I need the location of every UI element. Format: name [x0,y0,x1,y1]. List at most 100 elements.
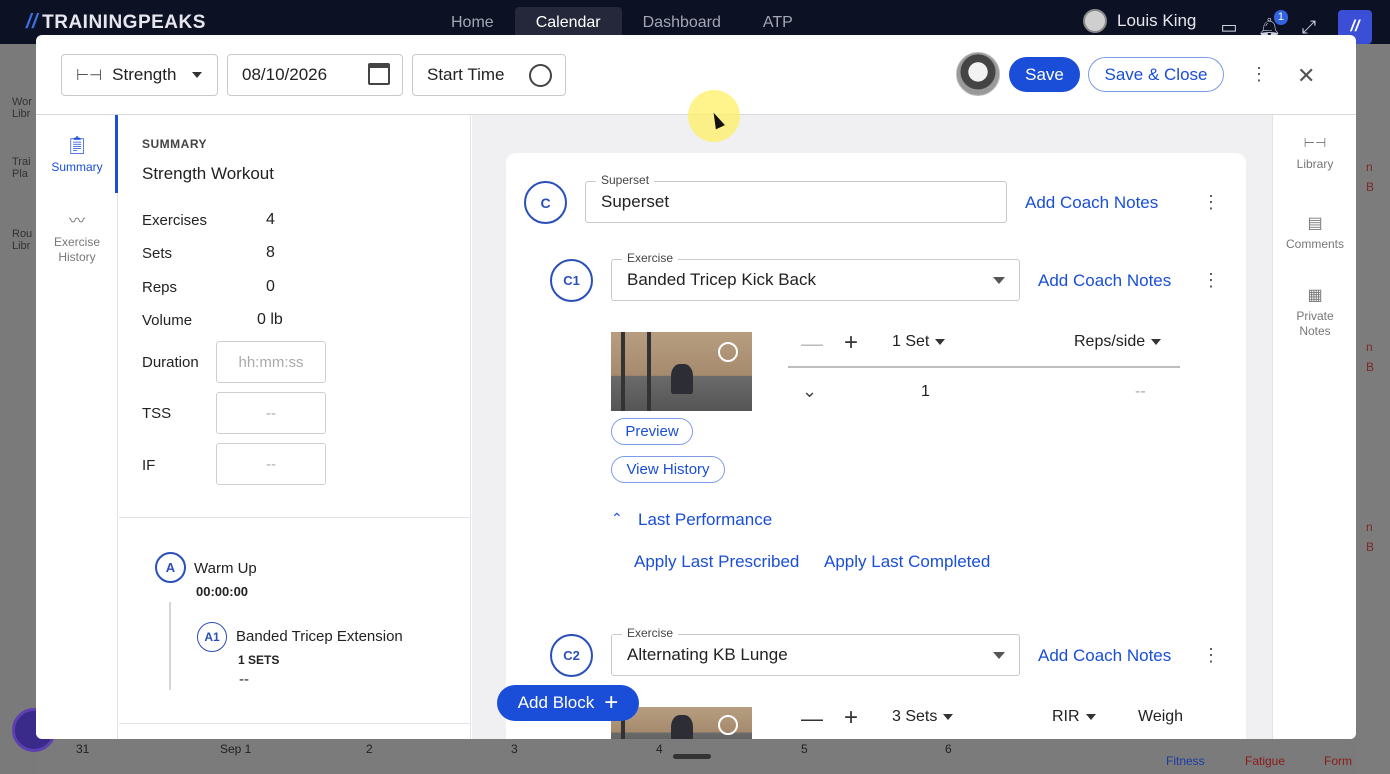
add-block-button[interactable]: Add Block + [497,685,639,721]
thumb-rack [621,332,625,411]
exercise-thumbnail-c1[interactable] [611,332,752,411]
dumbbell-icon: ⊢⊣ [1303,135,1327,150]
notes-icon: ▦ [1307,287,1323,304]
duration-input[interactable]: hh:mm:ss [216,341,326,383]
stat-label-reps: Reps [142,279,178,296]
start-time-field[interactable]: Start Time [412,54,566,96]
summary-exercise-name[interactable]: Banded Tricep Extension [236,628,403,645]
plus-icon: + [604,689,619,716]
zoom-icon[interactable] [718,715,738,735]
superset-more-icon[interactable]: ⋮ [1202,193,1220,211]
nav-summary[interactable]: 📋︎ Summary [36,135,118,174]
calendar-date: 6 [945,742,952,756]
exercise-field-label: Exercise [622,251,679,265]
metric-label-weight: Weigh [1138,708,1184,725]
expand-row-chevron-icon[interactable]: ⌄ [802,381,817,402]
exercise-select-c1[interactable]: Exercise Banded Tricep Kick Back [611,251,1020,301]
nav-library-label: Library [1296,157,1334,171]
c1-add-coach-notes[interactable]: Add Coach Notes [1038,271,1171,291]
summary-exercise-sets: 1 SETS [238,653,280,667]
exercise-field-label: Exercise [622,626,679,640]
bg-right-label: B [1366,360,1375,374]
view-history-button[interactable]: View History [611,456,725,483]
superset-field-label: Superset [596,173,655,187]
clock-icon[interactable] [529,64,552,87]
background-left-panel: Wor Libr Trai Pla Rou Libr [0,44,36,774]
trainingpeaks-logo[interactable]: // TRAININGPEAKS [26,11,206,34]
trend-icon: 〰 [68,213,85,230]
block-time: 00:00:00 [196,584,249,599]
metric-label-rir: RIR [1052,708,1080,725]
preview-button[interactable]: Preview [611,418,693,445]
c2-more-icon[interactable]: ⋮ [1202,646,1220,664]
right-panel-nav: ⊢⊣ Library ▤ Comments ▦ Private Notes [1272,115,1356,739]
metric-fitness: Fitness [1166,754,1205,768]
if-input[interactable]: -- [216,443,326,485]
apply-last-prescribed-link[interactable]: Apply Last Prescribed [634,552,799,572]
date-field[interactable]: 08/10/2026 [227,54,403,96]
thumb-athlete [671,364,693,394]
save-button[interactable]: Save [1009,57,1080,92]
metric-dropdown-weight[interactable]: Weigh [1138,708,1183,726]
user-menu[interactable]: Louis King [1083,9,1196,33]
thumb-rack [647,332,651,411]
add-set-button[interactable]: + [844,329,858,357]
expand-collapse-icon[interactable]: ⌃ [611,510,623,527]
user-avatar [1083,9,1107,33]
superset-value: Superset [601,192,670,211]
left-panel-nav: 📋︎ Summary 〰 Exercise History [36,115,118,739]
set-row-index: 1 [921,383,930,400]
duration-label: Duration [142,354,199,371]
remove-set-button[interactable]: — [801,331,823,357]
last-performance-toggle[interactable]: Last Performance [638,510,772,530]
superset-name-field[interactable]: Superset Superset [585,173,1007,223]
nav-exercise-history[interactable]: 〰 Exercise History [36,207,118,265]
stat-value-volume: 0 lb [257,311,283,328]
metric-dropdown-c1[interactable]: Reps/side [1074,333,1162,351]
workout-type-select[interactable]: ⊢⊣ Strength [61,54,218,96]
workout-type-value: Strength [112,65,177,84]
thumb-athlete [671,715,693,739]
superset-add-coach-notes[interactable]: Add Coach Notes [1025,193,1158,213]
save-and-close-button[interactable]: Save & Close [1088,57,1224,92]
metric-dropdown-rir[interactable]: RIR [1052,708,1096,726]
sets-label-c1: 1 Set [892,333,930,350]
stat-value-exercises: 4 [266,211,275,228]
summary-exercise-detail: -- [239,671,249,688]
add-block-label: Add Block [517,693,595,712]
exercise-badge-c1: C1 [550,259,593,302]
remove-set-button-c2[interactable]: — [801,706,823,732]
nav-private-notes[interactable]: ▦ Private Notes [1273,285,1356,339]
workout-editor-modal: ⊢⊣ Strength 08/10/2026 Start Time Save S… [36,35,1356,739]
calendar-icon[interactable] [368,63,390,85]
summary-divider [119,517,471,518]
sets-dropdown-c1[interactable]: 1 Set [892,333,946,351]
start-time-label: Start Time [427,65,505,84]
drag-handle[interactable] [673,754,711,759]
exercise-name-c2: Alternating KB Lunge [627,645,788,664]
c2-add-coach-notes[interactable]: Add Coach Notes [1038,646,1171,666]
nav-comments-label: Comments [1285,237,1344,251]
sets-dropdown-c2[interactable]: 3 Sets [892,708,954,726]
bg-right-label: B [1366,180,1375,194]
exercise-select-c2[interactable]: Exercise Alternating KB Lunge [611,626,1020,676]
calendar-date: 31 [76,742,90,756]
bg-label-training-plans: Trai Pla [12,156,31,180]
set-row-value[interactable]: -- [1135,383,1146,401]
bg-right-label: n [1366,340,1373,354]
zoom-icon[interactable] [718,342,738,362]
athlete-avatar[interactable] [956,52,1000,96]
add-set-button-c2[interactable]: + [844,704,858,732]
clipboard-icon: 📋︎ [65,135,89,155]
block-name[interactable]: Warm Up [194,560,257,577]
nav-comments[interactable]: ▤ Comments [1273,213,1356,251]
more-options-icon[interactable]: ⋮ [1250,65,1268,83]
c1-more-icon[interactable]: ⋮ [1202,271,1220,289]
nav-library[interactable]: ⊢⊣ Library [1273,135,1356,171]
apply-last-completed-link[interactable]: Apply Last Completed [824,552,990,572]
calendar-date: 3 [511,742,518,756]
tss-input[interactable]: -- [216,392,326,434]
trainingpeaks-mark-icon: // [26,11,39,33]
summary-section-label: SUMMARY [142,137,208,151]
close-icon[interactable]: ✕ [1297,63,1315,89]
